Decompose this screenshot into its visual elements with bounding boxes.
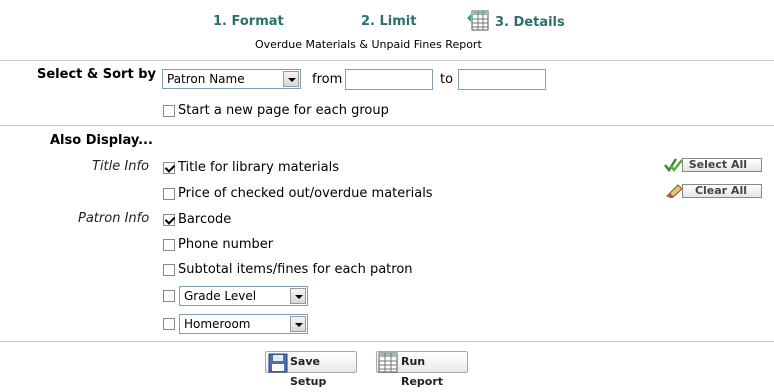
report-subtitle: Overdue Materials & Unpaid Fines Report	[255, 38, 482, 51]
save-setup-button[interactable]: Save Setup	[265, 351, 357, 388]
grade-level-select[interactable]: Grade Level	[179, 286, 308, 306]
select-all-button[interactable]: Select All	[682, 158, 762, 172]
patron-info-label: Patron Info	[78, 211, 150, 226]
grade-level-select-value: Grade Level	[184, 289, 257, 303]
subtotal-label: Subtotal items/fines for each patron	[178, 262, 413, 277]
title-materials-checkbox[interactable]	[163, 162, 175, 174]
barcode-checkbox[interactable]	[163, 214, 175, 226]
phone-checkbox[interactable]	[163, 239, 175, 251]
run-report-button[interactable]: Run Report	[376, 351, 468, 388]
chevron-down-icon	[290, 316, 306, 332]
divider	[0, 341, 774, 342]
eraser-icon	[664, 182, 684, 199]
also-display-heading: Also Display...	[50, 133, 153, 148]
step-format-link[interactable]: 1. Format	[213, 14, 284, 29]
select-all-check-icon	[664, 157, 684, 173]
new-page-label: Start a new page for each group	[178, 103, 389, 118]
details-grid-icon	[466, 10, 490, 32]
floppy-disk-icon	[268, 353, 288, 373]
sort-by-select-value: Patron Name	[167, 72, 245, 86]
new-page-checkbox[interactable]	[163, 105, 175, 117]
barcode-label: Barcode	[178, 212, 232, 227]
report-grid-icon	[378, 352, 398, 373]
title-info-label: Title Info	[92, 159, 149, 174]
homeroom-select[interactable]: Homeroom	[179, 314, 308, 334]
from-input[interactable]	[345, 69, 433, 90]
chevron-down-icon	[290, 288, 306, 304]
to-input[interactable]	[458, 69, 546, 90]
divider	[0, 125, 774, 126]
clear-all-button[interactable]: Clear All	[682, 184, 762, 198]
to-label: to	[440, 72, 454, 87]
grade-level-checkbox[interactable]	[163, 290, 175, 302]
price-label: Price of checked out/overdue materials	[178, 186, 433, 201]
sort-by-select[interactable]: Patron Name	[162, 69, 301, 89]
step-details-link[interactable]: 3. Details	[495, 15, 565, 30]
homeroom-select-value: Homeroom	[184, 317, 251, 331]
chevron-down-icon	[283, 71, 299, 87]
step-limit-link[interactable]: 2. Limit	[361, 14, 416, 29]
homeroom-checkbox[interactable]	[163, 318, 175, 330]
select-sort-label: Select & Sort by	[37, 67, 156, 82]
title-materials-label: Title for library materials	[178, 160, 339, 175]
subtotal-checkbox[interactable]	[163, 264, 175, 276]
divider	[0, 60, 774, 61]
price-checkbox[interactable]	[163, 188, 175, 200]
from-label: from	[312, 72, 343, 87]
phone-label: Phone number	[178, 237, 274, 252]
